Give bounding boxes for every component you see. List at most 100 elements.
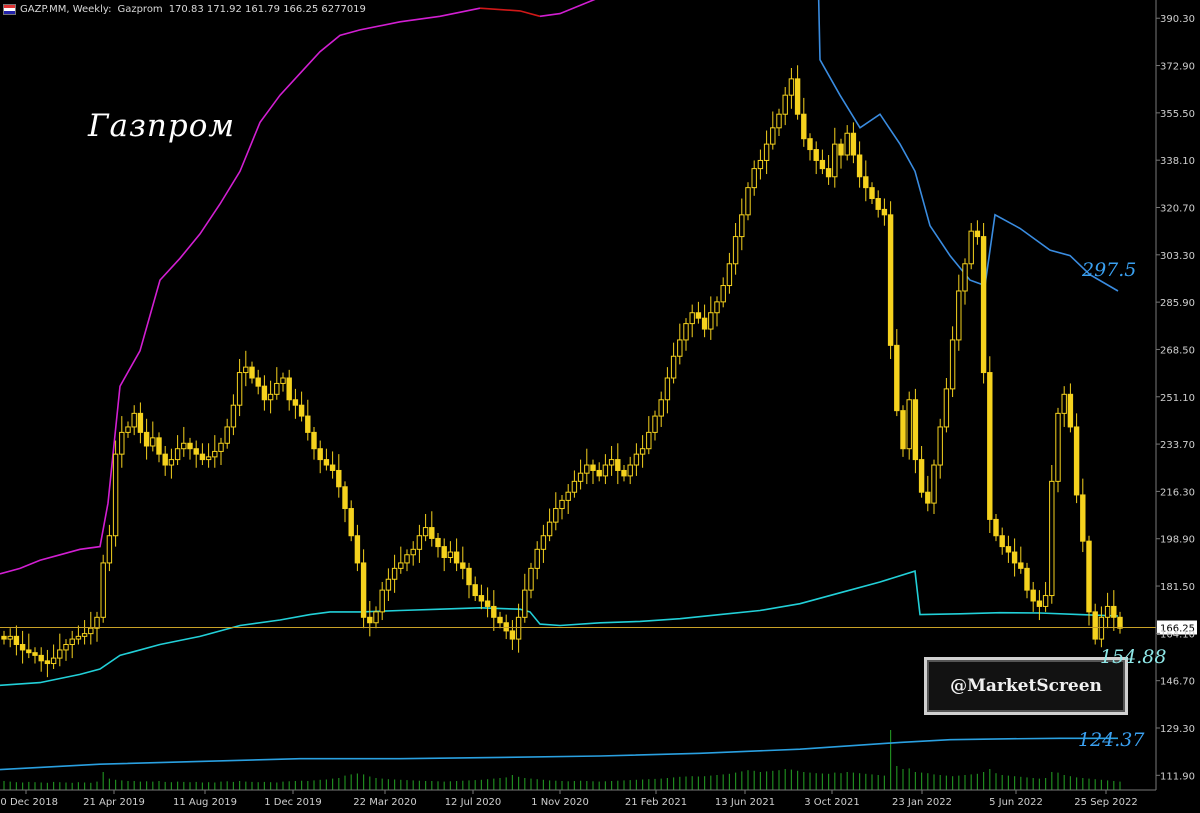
candle-body <box>639 448 646 455</box>
candle-body <box>621 469 627 477</box>
candle-body <box>757 159 764 170</box>
watermark-text: @MarketScreen <box>950 676 1102 696</box>
candle-body <box>962 263 968 292</box>
candle-body <box>385 578 392 591</box>
candle-body <box>894 344 900 412</box>
candle-body <box>770 127 776 145</box>
y-tick-label: 355.50 <box>1160 109 1195 120</box>
candle-body <box>236 372 243 406</box>
candle-body <box>57 649 63 659</box>
candle-body <box>38 654 44 662</box>
y-tick-label: 164.10 <box>1160 629 1195 640</box>
candle-body <box>181 442 187 450</box>
candle-body <box>708 312 714 330</box>
x-tick-label: 1 Dec 2019 <box>264 797 322 808</box>
y-tick-label: 181.50 <box>1160 582 1195 593</box>
candle-body <box>608 459 615 466</box>
candle-body <box>565 491 571 501</box>
candle-body <box>1067 393 1074 428</box>
x-tick-label: 5 Jun 2022 <box>989 797 1043 808</box>
candle-body <box>429 527 435 539</box>
candle-body <box>106 535 113 564</box>
candle-body <box>422 527 429 537</box>
candle-body <box>391 567 398 580</box>
candle-body <box>726 263 733 287</box>
candle-body <box>119 431 125 455</box>
candle-body <box>751 168 757 189</box>
level-label-124: 124.37 <box>1078 729 1145 752</box>
candle-body <box>807 138 813 151</box>
candle-body <box>441 546 447 558</box>
candle-body <box>788 78 795 96</box>
candle-body <box>900 410 906 450</box>
candle-body <box>1011 551 1018 564</box>
x-tick-label: 21 Feb 2021 <box>625 797 687 808</box>
candle-body <box>633 453 640 466</box>
y-tick-label: 216.30 <box>1160 487 1195 498</box>
candle-body <box>993 518 999 537</box>
y-tick-label: 268.50 <box>1160 345 1195 356</box>
candle-body <box>863 176 869 189</box>
candle-body <box>329 464 336 471</box>
y-tick-label: 285.90 <box>1160 298 1195 309</box>
candle-body <box>714 301 720 314</box>
candle-body <box>689 312 695 325</box>
x-tick-label: 21 Apr 2019 <box>83 797 145 808</box>
candle-body <box>131 412 137 428</box>
candle-body <box>596 469 602 477</box>
y-tick-label: 198.90 <box>1160 535 1195 546</box>
y-tick-label: 303.30 <box>1160 251 1195 262</box>
candle-body <box>32 652 38 656</box>
chart-header: GAZP.MM, Weekly: Gazprom 170.83 171.92 1… <box>0 0 372 18</box>
candle-body <box>875 198 881 210</box>
candle-body <box>398 562 404 569</box>
candle-body <box>88 627 94 635</box>
x-tick-label: 13 Jun 2021 <box>715 797 775 808</box>
candle-body <box>379 589 385 613</box>
candle-body <box>460 562 466 569</box>
candle-body <box>732 236 739 265</box>
candle-body <box>137 412 144 433</box>
candle-body <box>156 437 162 455</box>
candle-body <box>974 230 981 238</box>
candle-body <box>844 132 850 156</box>
candle-body <box>13 635 20 646</box>
candle-body <box>466 567 472 586</box>
candle-body <box>50 657 57 665</box>
candle-body <box>323 459 330 466</box>
candle-body <box>360 562 367 618</box>
candle-body <box>1042 595 1049 607</box>
candle-body <box>776 113 782 129</box>
ohlcv-readout: 170.83 171.92 161.79 166.25 6277019 <box>168 3 366 15</box>
candle-body <box>571 480 578 493</box>
candle-body <box>1086 540 1092 613</box>
candle-body <box>212 450 218 458</box>
candle-body <box>348 508 354 537</box>
y-tick-label: 251.10 <box>1160 393 1195 404</box>
candle-body <box>484 600 491 607</box>
y-tick-label: 146.70 <box>1160 677 1195 688</box>
candle-body <box>801 113 807 140</box>
candle-body <box>1049 480 1055 597</box>
x-tick-label: 25 Sep 2022 <box>1074 797 1137 808</box>
y-tick-label: 338.10 <box>1160 156 1195 167</box>
candle-body <box>925 491 931 504</box>
level-label-154: 154.88 <box>1100 646 1167 669</box>
candle-body <box>193 448 199 455</box>
candle-body <box>143 431 150 447</box>
candle-body <box>664 377 671 401</box>
candle-body <box>224 426 230 444</box>
candle-body <box>1024 567 1030 591</box>
candle-body <box>1104 605 1111 618</box>
candle-body <box>1073 426 1080 496</box>
candle-body <box>912 399 919 461</box>
candle-body <box>199 453 206 461</box>
candle-body <box>850 132 857 156</box>
candle-body <box>187 442 193 450</box>
y-tick-label: 233.70 <box>1160 440 1195 451</box>
candle-body <box>739 214 745 238</box>
candle-body <box>453 551 460 564</box>
candle-body <box>763 143 770 161</box>
candle-body <box>515 616 522 640</box>
candle-body <box>19 644 26 651</box>
